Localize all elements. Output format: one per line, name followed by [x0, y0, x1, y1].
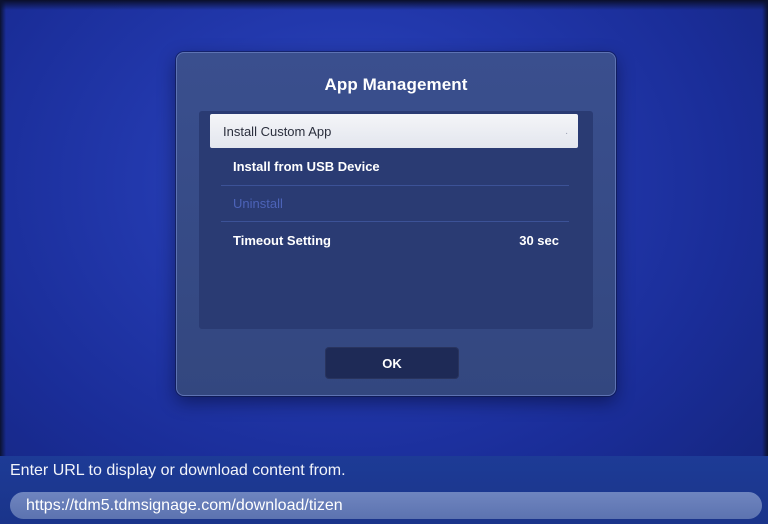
tv-screen: App Management Install Custom App . Inst…	[0, 0, 768, 524]
url-input[interactable]: https://tdm5.tdmsignage.com/download/tiz…	[10, 492, 762, 519]
dialog-title: App Management	[324, 75, 468, 94]
menu-item-install-from-usb[interactable]: Install from USB Device	[211, 149, 569, 183]
url-footer: Enter URL to display or download content…	[0, 456, 768, 524]
menu-item-label: Install Custom App	[223, 123, 332, 139]
menu-item-uninstall: Uninstall	[211, 186, 569, 220]
menu-item-label: Install from USB Device	[233, 158, 380, 174]
selection-dot-icon: .	[565, 125, 568, 137]
menu-item-install-custom-app[interactable]: Install Custom App .	[210, 114, 578, 148]
app-management-dialog: App Management Install Custom App . Inst…	[176, 52, 616, 396]
ok-button[interactable]: OK	[325, 347, 459, 379]
divider	[221, 221, 569, 222]
menu-item-label: Uninstall	[233, 195, 283, 211]
bezel-right	[762, 0, 768, 524]
bezel-top	[0, 0, 768, 10]
menu-panel: Install Custom App . Install from USB De…	[199, 111, 593, 329]
menu-item-label: Timeout Setting	[233, 232, 331, 248]
bezel-left	[0, 0, 6, 524]
timeout-value: 30 sec	[519, 232, 559, 248]
menu-item-timeout-setting[interactable]: Timeout Setting 30 sec	[211, 223, 569, 257]
footer-caption: Enter URL to display or download content…	[10, 462, 346, 479]
